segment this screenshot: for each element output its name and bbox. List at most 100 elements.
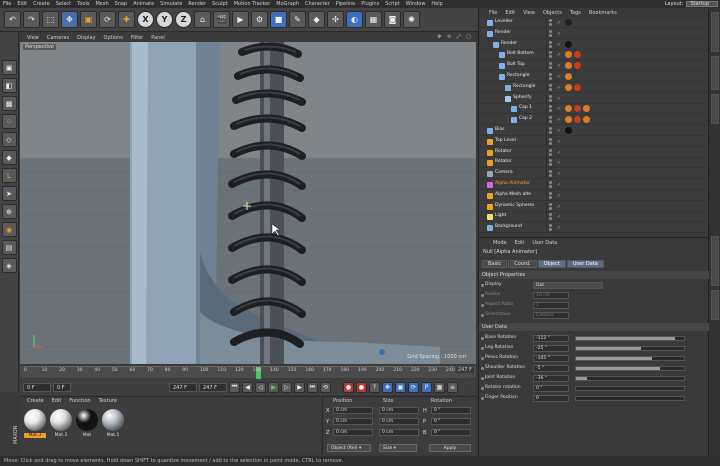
object-row[interactable]: Leveller ✓ [479,18,709,28]
menu-item-plugins[interactable]: Plugins [358,1,382,7]
render-view-icon[interactable]: 🎬 [213,11,230,28]
material-menu-function[interactable]: Function [65,398,94,404]
viewport-menu-options[interactable]: Options [100,35,127,41]
point-level-icon[interactable]: ▦ [434,381,445,393]
editor-visibility-dot[interactable] [549,116,552,120]
enabled-check-icon[interactable]: ✓ [557,204,561,210]
render-visibility-dot[interactable] [549,217,552,221]
prev-frame-icon[interactable]: ◁ [255,381,266,393]
layout-dropdown[interactable]: Startup [686,1,718,7]
object-tag-icon[interactable] [565,116,572,124]
menu-item-character[interactable]: Character [302,1,333,7]
enabled-check-icon[interactable]: ✓ [557,150,561,156]
object-row[interactable]: Render ✓ [479,39,709,50]
coord-rotation-field[interactable]: 0 ° [431,429,471,436]
material-label[interactable]: Mat [76,433,98,438]
viewport-menu-display[interactable]: Display [73,35,99,41]
object-tag-icon[interactable] [574,116,581,124]
attribute-menu-user-data[interactable]: User Data [528,240,561,246]
render-visibility-dot[interactable] [549,109,552,113]
editor-visibility-dot[interactable] [549,202,552,206]
editor-visibility-dot[interactable] [549,224,552,228]
content-browser-side-tab[interactable] [711,94,719,124]
object-tag-icon[interactable] [574,83,581,91]
locked-workplane-icon[interactable]: ▤ [1,240,17,255]
object-menu-view[interactable]: View [519,10,539,16]
enabled-check-icon[interactable]: ✓ [557,85,561,91]
editor-visibility-dot[interactable] [549,62,552,66]
menu-item-script[interactable]: Script [382,1,403,7]
keyframe-selection-icon[interactable]: ? [369,381,380,393]
editor-visibility-dot[interactable] [549,51,552,55]
next-frame-icon[interactable]: ▷ [281,381,292,393]
object-menu-edit[interactable]: Edit [501,10,519,16]
editor-visibility-dot[interactable] [549,40,552,44]
subdivision-icon[interactable]: ◆ [308,11,325,28]
editor-visibility-dot[interactable] [549,137,552,141]
start-frame-field[interactable]: 0 F [23,382,51,392]
coord-rotation-field[interactable]: 0 ° [431,418,471,425]
object-row[interactable]: Light ✓ [479,212,709,223]
render-visibility-dot[interactable] [549,131,552,134]
attribute-tab-user-data[interactable]: User Data [566,260,604,268]
make-editable-icon[interactable]: ▣ [1,60,17,75]
render-visibility-dot[interactable] [549,66,552,70]
preview-end-field[interactable]: 247 F [199,382,227,392]
material-swatch[interactable] [50,409,72,431]
viewport-menu-panel[interactable]: Panel [147,35,169,41]
editor-visibility-dot[interactable] [549,105,552,109]
attribute-tab-basic[interactable]: Basic [482,260,508,268]
menu-item-mesh[interactable]: Mesh [92,1,111,7]
coord-mode-dropdown[interactable]: Object (Rel) ▾ [327,444,371,452]
cube-icon[interactable]: ■ [270,11,287,28]
timeline[interactable]: 0 10 20 30 40 50 60 70 80 90 100 110 120 130 140 150 160… [20,366,476,379]
user-data-value[interactable]: 0 ° [533,385,569,392]
animate-bullet-icon[interactable] [481,294,484,297]
coord-apply-button[interactable]: Apply [429,444,471,452]
user-data-slider[interactable] [575,386,685,391]
takes-side-tab[interactable] [711,56,719,90]
coord-size-field[interactable]: 0 cm [379,407,419,414]
light-icon[interactable]: ✺ [403,11,420,28]
next-key-icon[interactable]: ▶ [294,381,305,393]
object-row[interactable]: Spherify ✓ [479,93,709,104]
material-swatch[interactable] [102,409,124,431]
enabled-check-icon[interactable]: ✓ [557,160,561,166]
end-frame-field[interactable]: 247 F [169,382,197,392]
menu-item-window[interactable]: Window [403,1,429,7]
snap-icon[interactable]: ⊕ [1,204,17,219]
object-row[interactable]: Dynamic Spheres ✓ [479,201,709,212]
live-select-icon[interactable]: ⬚ [42,11,59,28]
fcurve-icon[interactable]: ≡ [447,381,458,393]
object-tag-icon[interactable] [565,40,572,48]
editor-visibility-dot[interactable] [549,148,552,152]
render-visibility-dot[interactable] [549,33,552,37]
render-visibility-dot[interactable] [549,152,552,156]
enabled-check-icon[interactable]: ✓ [557,139,561,145]
enabled-check-icon[interactable]: ✓ [557,74,561,80]
property-value[interactable]: Dot [533,282,603,289]
user-data-value[interactable]: -25 ° [533,345,569,352]
animate-bullet-icon[interactable] [481,347,484,350]
axis-z-button[interactable]: Z [175,11,192,28]
material-label[interactable]: Mat.3 [24,433,46,438]
coord-rotation-field[interactable]: 0 ° [431,407,471,414]
redo-icon[interactable]: ↷ [23,11,40,28]
object-tag-icon[interactable] [565,83,572,91]
animate-bullet-icon[interactable] [481,397,484,400]
object-row[interactable]: Rotator ✓ [479,158,709,169]
perspective-viewport[interactable]: Perspective Grid Spacing : 1000 cm [20,42,476,364]
animate-bullet-icon[interactable] [481,367,484,370]
render-visibility-dot[interactable] [549,77,552,80]
editor-visibility-dot[interactable] [549,181,552,184]
render-visibility-dot[interactable] [549,120,552,124]
object-row[interactable]: Bolt Bottom ✓ [479,50,709,61]
editor-visibility-dot[interactable] [549,29,552,33]
user-data-value[interactable]: 0 [533,395,569,402]
user-data-slider[interactable] [575,376,685,381]
menu-item-simulate[interactable]: Simulate [157,1,185,7]
render-visibility-dot[interactable] [549,228,552,232]
menu-item-edit[interactable]: Edit [14,1,30,7]
render-visibility-dot[interactable] [549,44,552,48]
object-menu-file[interactable]: File [485,10,501,16]
